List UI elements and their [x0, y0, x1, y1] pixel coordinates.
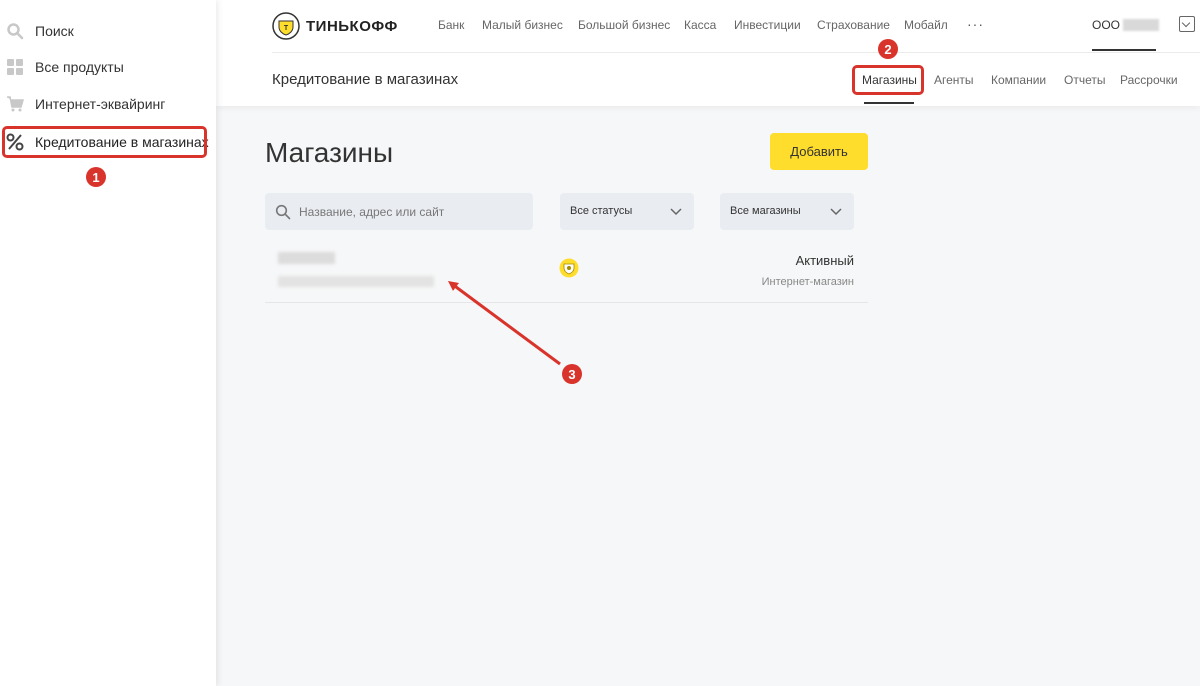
- sidebar: Поиск Все продукты Интернет-эквайринг Кр…: [0, 0, 216, 686]
- store-type: Интернет-магазин: [761, 276, 854, 288]
- section-title: Кредитование в магазинах: [272, 71, 459, 88]
- sidebar-item-label: Поиск: [35, 23, 74, 39]
- more-menu-button[interactable]: ···: [967, 16, 984, 32]
- grid-icon: [7, 59, 23, 75]
- percent-icon: [6, 133, 24, 151]
- top-nav: Т ТИНЬКОФФ Банк Малый бизнес Большой биз…: [272, 0, 1200, 53]
- search-input[interactable]: [299, 193, 524, 230]
- header: Т ТИНЬКОФФ Банк Малый бизнес Большой биз…: [216, 0, 1200, 106]
- sidebar-item-store-lending[interactable]: Кредитование в магазинах: [0, 124, 216, 160]
- nav-link-big-business[interactable]: Большой бизнес: [578, 18, 670, 32]
- nav-link-kassa[interactable]: Касса: [684, 18, 716, 32]
- sidebar-item-acquiring[interactable]: Интернет-эквайринг: [0, 86, 216, 122]
- status-filter-value: Все статусы: [570, 205, 633, 217]
- logo[interactable]: Т ТИНЬКОФФ: [272, 12, 398, 40]
- add-button[interactable]: Добавить: [770, 133, 868, 170]
- nav-link-small-business[interactable]: Малый бизнес: [482, 18, 563, 32]
- store-name-redacted: [278, 252, 335, 264]
- search-icon: [275, 204, 291, 220]
- page-title: Магазины: [265, 137, 394, 168]
- tab-stores[interactable]: Магазины: [862, 73, 917, 87]
- chevron-down-icon: [830, 208, 842, 216]
- chevron-down-icon[interactable]: [1179, 16, 1195, 32]
- search-icon: [7, 23, 24, 40]
- tab-installments[interactable]: Рассрочки: [1120, 73, 1178, 87]
- tab-companies[interactable]: Компании: [991, 73, 1046, 87]
- header-divider: [272, 52, 1200, 53]
- active-tab-indicator: [864, 102, 914, 104]
- app-root: Поиск Все продукты Интернет-эквайринг Кр…: [0, 0, 1200, 686]
- nav-link-bank[interactable]: Банк: [438, 18, 464, 32]
- sidebar-item-search[interactable]: Поиск: [0, 13, 216, 49]
- status-badge: Активный: [795, 253, 854, 268]
- logo-text: ТИНЬКОФФ: [306, 17, 398, 35]
- table-row[interactable]: Активный Интернет-магазин: [265, 243, 868, 303]
- svg-text:Т: Т: [284, 25, 289, 32]
- search-box: [265, 193, 533, 230]
- nav-link-insurance[interactable]: Страхование: [817, 18, 890, 32]
- store-filter-value: Все магазины: [730, 205, 801, 217]
- org-underline: [1092, 49, 1156, 51]
- tab-reports[interactable]: Отчеты: [1064, 73, 1105, 87]
- cart-icon: [7, 96, 24, 112]
- sidebar-item-label: Кредитование в магазинах: [35, 134, 209, 150]
- sidebar-item-label: Интернет-эквайринг: [35, 96, 166, 112]
- org-prefix: ООО: [1092, 18, 1121, 32]
- bank-crest-icon: [559, 258, 579, 278]
- org-selector[interactable]: ООО: [1092, 18, 1160, 32]
- main-area: Т ТИНЬКОФФ Банк Малый бизнес Большой биз…: [216, 0, 1200, 686]
- chevron-down-icon: [670, 208, 682, 216]
- status-filter-select[interactable]: Все статусы: [560, 193, 694, 230]
- nav-link-mobile[interactable]: Мобайл: [904, 18, 948, 32]
- store-filter-select[interactable]: Все магазины: [720, 193, 854, 230]
- store-address-redacted: [278, 276, 434, 287]
- bank-crest-icon: Т: [272, 12, 300, 40]
- nav-link-investments[interactable]: Инвестиции: [734, 18, 801, 32]
- tab-agents[interactable]: Агенты: [934, 73, 974, 87]
- org-name-redacted: [1123, 19, 1160, 31]
- sidebar-item-label: Все продукты: [35, 59, 124, 75]
- sidebar-item-all-products[interactable]: Все продукты: [0, 49, 216, 85]
